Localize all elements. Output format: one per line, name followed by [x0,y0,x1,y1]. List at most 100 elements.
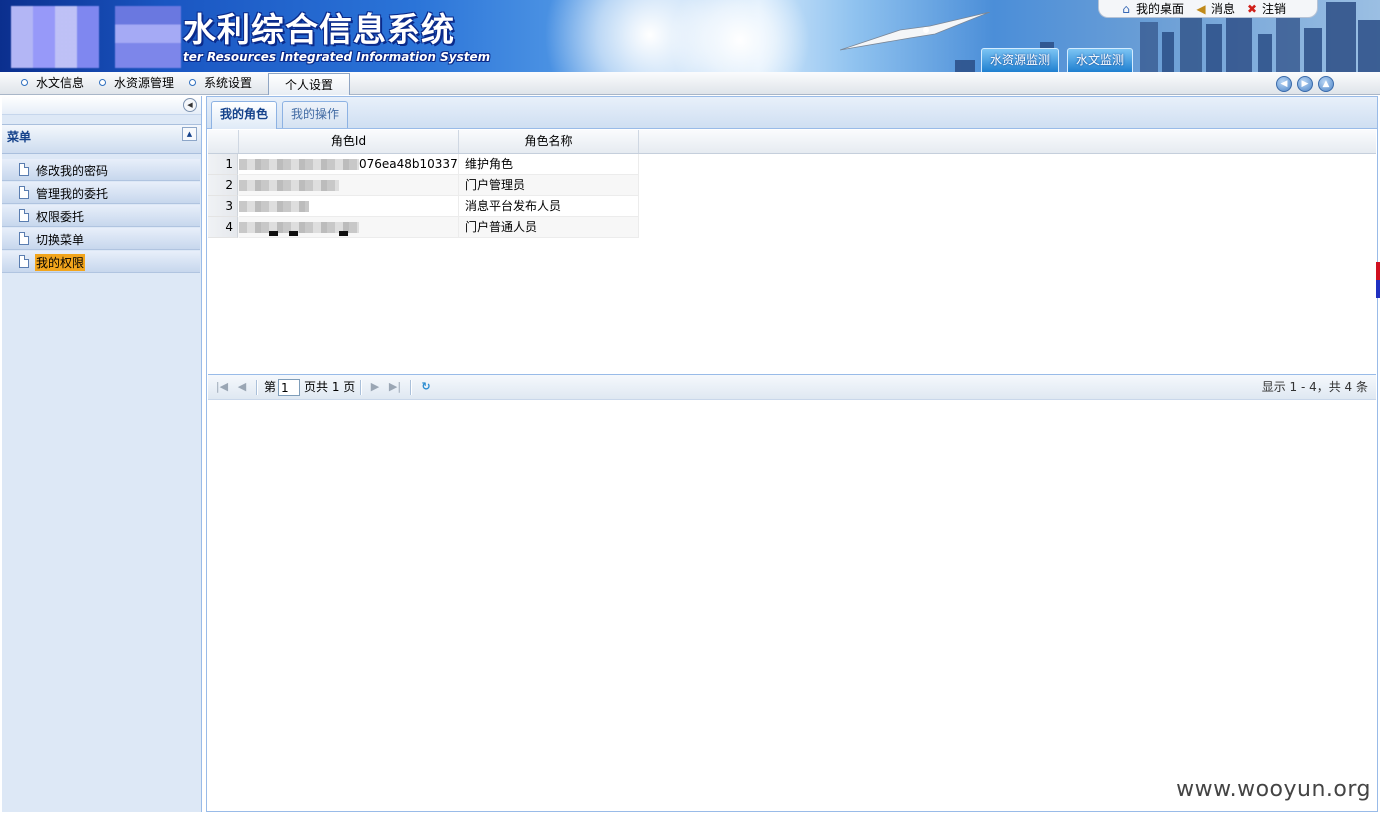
paging-toolbar: |◀ ◀ 第 页共 1 页 ▶ ▶| ↻ 显示 1 - 4，共 4 条 [208,374,1376,400]
role-name-cell: 门户管理员 [459,175,639,196]
redacted-id-mask [239,180,339,191]
menu-header: 菜单 ▲ [2,124,201,154]
document-icon [19,232,29,245]
role-name-cell: 维护角色 [459,154,639,175]
document-icon [19,209,29,222]
nav-bullet-icon [21,79,28,86]
table-row[interactable]: 4 门户普通人员 [208,217,639,238]
tab-strip: 我的角色 我的操作 [207,97,1377,129]
nav-item-hydrology-info[interactable]: 水文信息 [21,72,84,94]
first-page-icon[interactable]: |◀ [215,380,229,394]
role-id-text: 076ea48b10337 [359,157,458,171]
header-banner: 水利综合信息系统 ter Resources Integrated Inform… [0,0,1380,72]
my-desktop-link[interactable]: ⌂ 我的桌面 [1119,0,1184,17]
nav-item-personal-settings[interactable]: 个人设置 [268,73,351,95]
redacted-id-mask [339,231,348,236]
column-header-role-name[interactable]: 角色名称 [459,130,639,153]
menu-item-switch-menu[interactable]: 切换菜单 [2,228,200,250]
nav-item-system-settings[interactable]: 系统设置 [189,72,252,94]
my-desktop-label: 我的桌面 [1136,2,1185,16]
refresh-icon[interactable]: ↻ [419,380,433,394]
menu-item-manage-delegation[interactable]: 管理我的委托 [2,182,200,204]
top-links-bar: ⌂ 我的桌面 ◀ 消息 ✖ 注销 [1098,0,1318,18]
table-row[interactable]: 3 消息平台发布人员 [208,196,639,217]
column-header-role-id[interactable]: 角色Id [239,130,459,153]
role-name-cell: 消息平台发布人员 [459,196,639,217]
redacted-id-mask [239,201,309,212]
menu-item-permission-delegation[interactable]: 权限委托 [2,205,200,227]
nav-back-icon[interactable]: ◀ [1276,76,1292,92]
nav-bullet-icon [189,79,196,86]
menu-item-label: 切换菜单 [36,233,85,247]
nav-bullet-icon [99,79,106,86]
messages-link[interactable]: ◀ 消息 [1194,0,1235,17]
role-id-cell [239,175,459,196]
nav-item-water-resource-management[interactable]: 水资源管理 [99,72,174,94]
nav-up-icon[interactable]: ▲ [1318,76,1334,92]
nav-item-label: 个人设置 [285,78,334,92]
toolbar-separator [410,380,412,395]
logo-image-secondary [115,6,181,68]
document-icon [19,186,29,199]
tab-my-roles[interactable]: 我的角色 [211,101,278,129]
menu-item-my-permissions[interactable]: 我的权限 [2,251,200,273]
logout-label: 注销 [1262,2,1287,16]
menu-item-label: 管理我的委托 [36,187,109,201]
menu-item-change-password[interactable]: 修改我的密码 [2,159,200,181]
home-icon: ⌂ [1122,1,1130,16]
document-icon [19,163,29,176]
role-id-cell [239,196,459,217]
row-number: 2 [208,175,238,196]
water-resource-monitor-button[interactable]: 水资源监测 [981,48,1060,72]
row-number-header [208,130,239,153]
nav-forward-icon[interactable]: ▶ [1297,76,1313,92]
menu-collapse-icon[interactable]: ▲ [182,127,197,141]
role-name-cell: 门户普通人员 [459,217,639,238]
left-menu-panel: ◀ 菜单 ▲ 修改我的密码 管理我的委托 权限委托 切换菜单 我的权限 [2,96,202,812]
redacted-id-mask [239,159,359,170]
messages-label: 消息 [1211,2,1236,16]
logout-link[interactable]: ✖ 注销 [1245,0,1286,17]
row-number: 3 [208,196,238,217]
close-icon: ✖ [1247,1,1258,16]
document-icon [19,255,29,268]
toolbar-separator [360,380,362,395]
nav-item-label: 系统设置 [204,76,253,90]
table-row[interactable]: 1 076ea48b10337 维护角色 [208,154,639,175]
tab-my-operations[interactable]: 我的操作 [282,101,349,128]
collapse-left-icon[interactable]: ◀ [183,98,197,112]
table-row[interactable]: 2 门户管理员 [208,175,639,196]
grid-header: 角色Id 角色名称 [208,130,1376,154]
logo-image [11,6,99,68]
speaker-icon: ◀ [1196,1,1206,16]
menu-item-label: 修改我的密码 [36,164,109,178]
next-page-icon[interactable]: ▶ [368,380,382,394]
row-number: 1 [208,154,238,175]
menu-item-label: 权限委托 [36,210,85,224]
main-content-panel: 我的角色 我的操作 角色Id 角色名称 1 076ea48b10337 维护角色… [206,96,1378,812]
display-count-info: 显示 1 - 4，共 4 条 [1261,380,1368,394]
page-prefix-label: 第 [264,380,277,394]
system-subtitle: ter Resources Integrated Information Sys… [183,50,491,64]
redacted-id-mask [289,231,298,236]
prev-page-icon[interactable]: ◀ [235,380,249,394]
top-navigation: 水文信息 水资源管理 系统设置 个人设置 [0,72,1380,95]
page-number-input[interactable] [278,379,300,396]
last-page-icon[interactable]: ▶| [388,380,402,394]
nav-item-label: 水文信息 [36,76,85,90]
roles-grid: 角色Id 角色名称 1 076ea48b10337 维护角色 2 门户管理员 3… [208,130,1376,374]
watermark: www.wooyun.org [1176,777,1371,802]
role-id-cell [239,217,459,238]
page-total-label: 页共 1 页 [304,380,356,394]
hydrology-monitor-button[interactable]: 水文监测 [1067,48,1134,72]
redacted-id-mask [269,231,278,236]
edge-decoration [1376,262,1380,298]
row-number: 4 [208,217,238,238]
menu-title: 菜单 [7,130,32,144]
water-splash-decoration [660,0,820,72]
seagull-decoration [840,12,990,51]
system-title: 水利综合信息系统 [183,10,455,49]
nav-item-label: 水资源管理 [114,76,175,90]
left-panel-toolbar: ◀ [2,96,201,115]
toolbar-separator [256,380,258,395]
